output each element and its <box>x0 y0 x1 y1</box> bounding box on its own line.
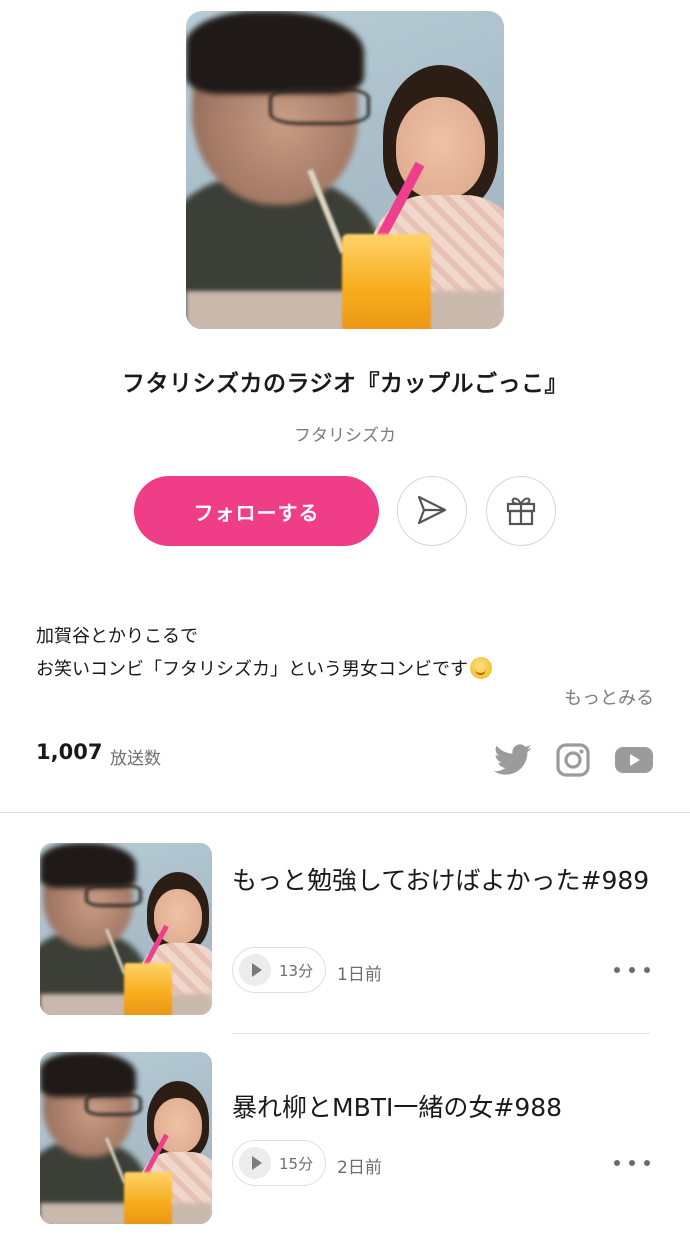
podcast-title: フタリシズカのラジオ『カップルごっこ』 <box>121 371 569 397</box>
episode-item[interactable]: 暴れ柳とMBTI一緒の女#988 15分 2日前 <box>0 1052 690 1242</box>
description-line-2: お笑いコンビ「フタリシズカ」という男女コンビです <box>36 653 656 686</box>
podcast-author[interactable]: フタリシズカ <box>0 421 690 446</box>
episode-thumbnail <box>40 843 212 1015</box>
episode-title[interactable]: 暴れ柳とMBTI一緒の女#988 <box>232 1089 652 1126</box>
episode-duration: 13分 <box>279 961 314 980</box>
episode-title[interactable]: もっと勉強しておけばよかった#989 <box>232 862 652 899</box>
description-line: 加賀谷とかりこるで <box>36 626 198 647</box>
episode-count-label: 放送数 <box>110 749 161 769</box>
more-options-icon[interactable] <box>614 960 650 980</box>
episode-item[interactable]: もっと勉強しておけばよかった#989 13分 1日前 <box>0 843 690 1033</box>
play-icon <box>239 1147 271 1179</box>
more-link[interactable]: もっとみる <box>564 684 654 710</box>
episode-date: 2日前 <box>337 1158 382 1178</box>
podcast-cover-image <box>186 11 504 329</box>
instagram-icon[interactable] <box>553 740 593 780</box>
episode-count: 1,007 <box>36 740 103 764</box>
youtube-icon[interactable] <box>614 740 654 780</box>
sun-emoji-icon <box>470 657 492 679</box>
section-divider <box>0 812 690 813</box>
play-icon <box>239 954 271 986</box>
episode-thumbnail <box>40 1052 212 1224</box>
episode-divider <box>232 1033 650 1034</box>
twitter-icon[interactable] <box>493 740 533 780</box>
episode-duration: 15分 <box>279 1154 314 1173</box>
more-options-icon[interactable] <box>614 1153 650 1173</box>
share-button[interactable] <box>397 476 467 546</box>
gift-button[interactable] <box>486 476 556 546</box>
play-button[interactable]: 15分 <box>232 1140 326 1186</box>
episode-date: 1日前 <box>337 965 382 985</box>
send-icon <box>414 492 450 531</box>
play-button[interactable]: 13分 <box>232 947 326 993</box>
podcast-description: 加賀谷とかりこるで お笑いコンビ「フタリシズカ」という男女コンビです <box>36 620 656 686</box>
follow-button[interactable]: フォローする <box>134 476 379 546</box>
gift-icon <box>503 492 539 531</box>
description-line-text: お笑いコンビ「フタリシズカ」という男女コンビです <box>36 659 468 680</box>
